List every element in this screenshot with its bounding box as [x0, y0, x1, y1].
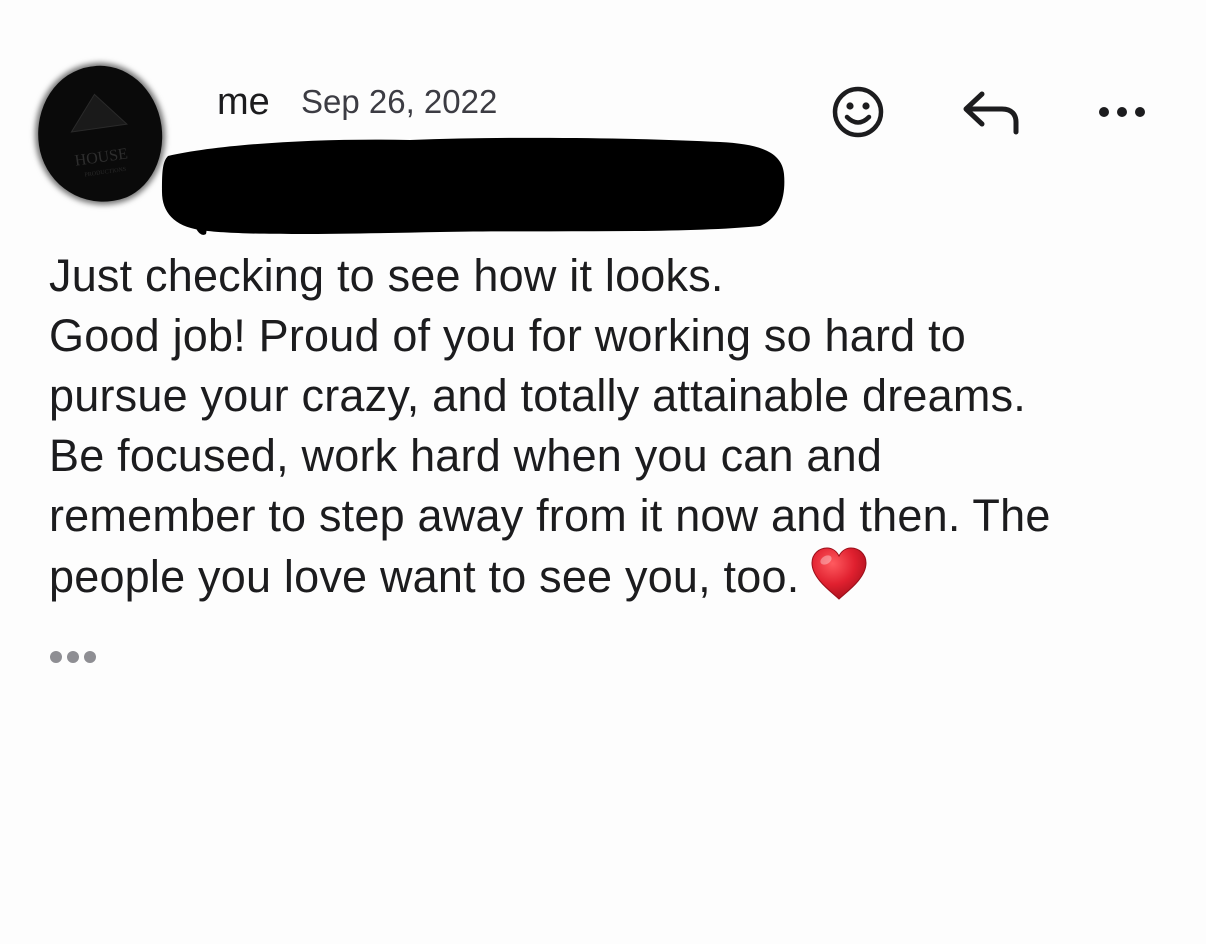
- redacted-recipient-line: [160, 134, 786, 238]
- logo-text-productions: PRODUCTIONS: [84, 167, 126, 179]
- heart-emoji-icon: [811, 547, 867, 600]
- avatar[interactable]: HOUSE PRODUCTIONS: [29, 58, 171, 210]
- ellipsis-icon[interactable]: [50, 646, 106, 668]
- logo-text-house: HOUSE: [74, 145, 129, 169]
- message-line: remember to step away from it now and th…: [49, 490, 1051, 541]
- message-line: Just checking to see how it looks.: [49, 250, 724, 301]
- house-logo-icon: HOUSE PRODUCTIONS: [70, 93, 129, 179]
- more-horizontal-icon[interactable]: [1090, 92, 1154, 132]
- message-line: Be focused, work hard when you can and: [49, 430, 883, 481]
- message-line: people you love want to see you, too.: [49, 551, 800, 602]
- message-line: Good job! Proud of you for working so ha…: [49, 310, 967, 361]
- message-line-last: people you love want to see you, too.: [49, 546, 1189, 607]
- reply-arrow-icon[interactable]: [956, 84, 1026, 140]
- sender-name[interactable]: me: [217, 80, 270, 124]
- message-date: Sep 26, 2022: [301, 83, 498, 120]
- message-body: Just checking to see how it looks. Good …: [49, 246, 1189, 607]
- smiley-icon[interactable]: [826, 80, 890, 144]
- message-line: pursue your crazy, and totally attainabl…: [49, 370, 1026, 421]
